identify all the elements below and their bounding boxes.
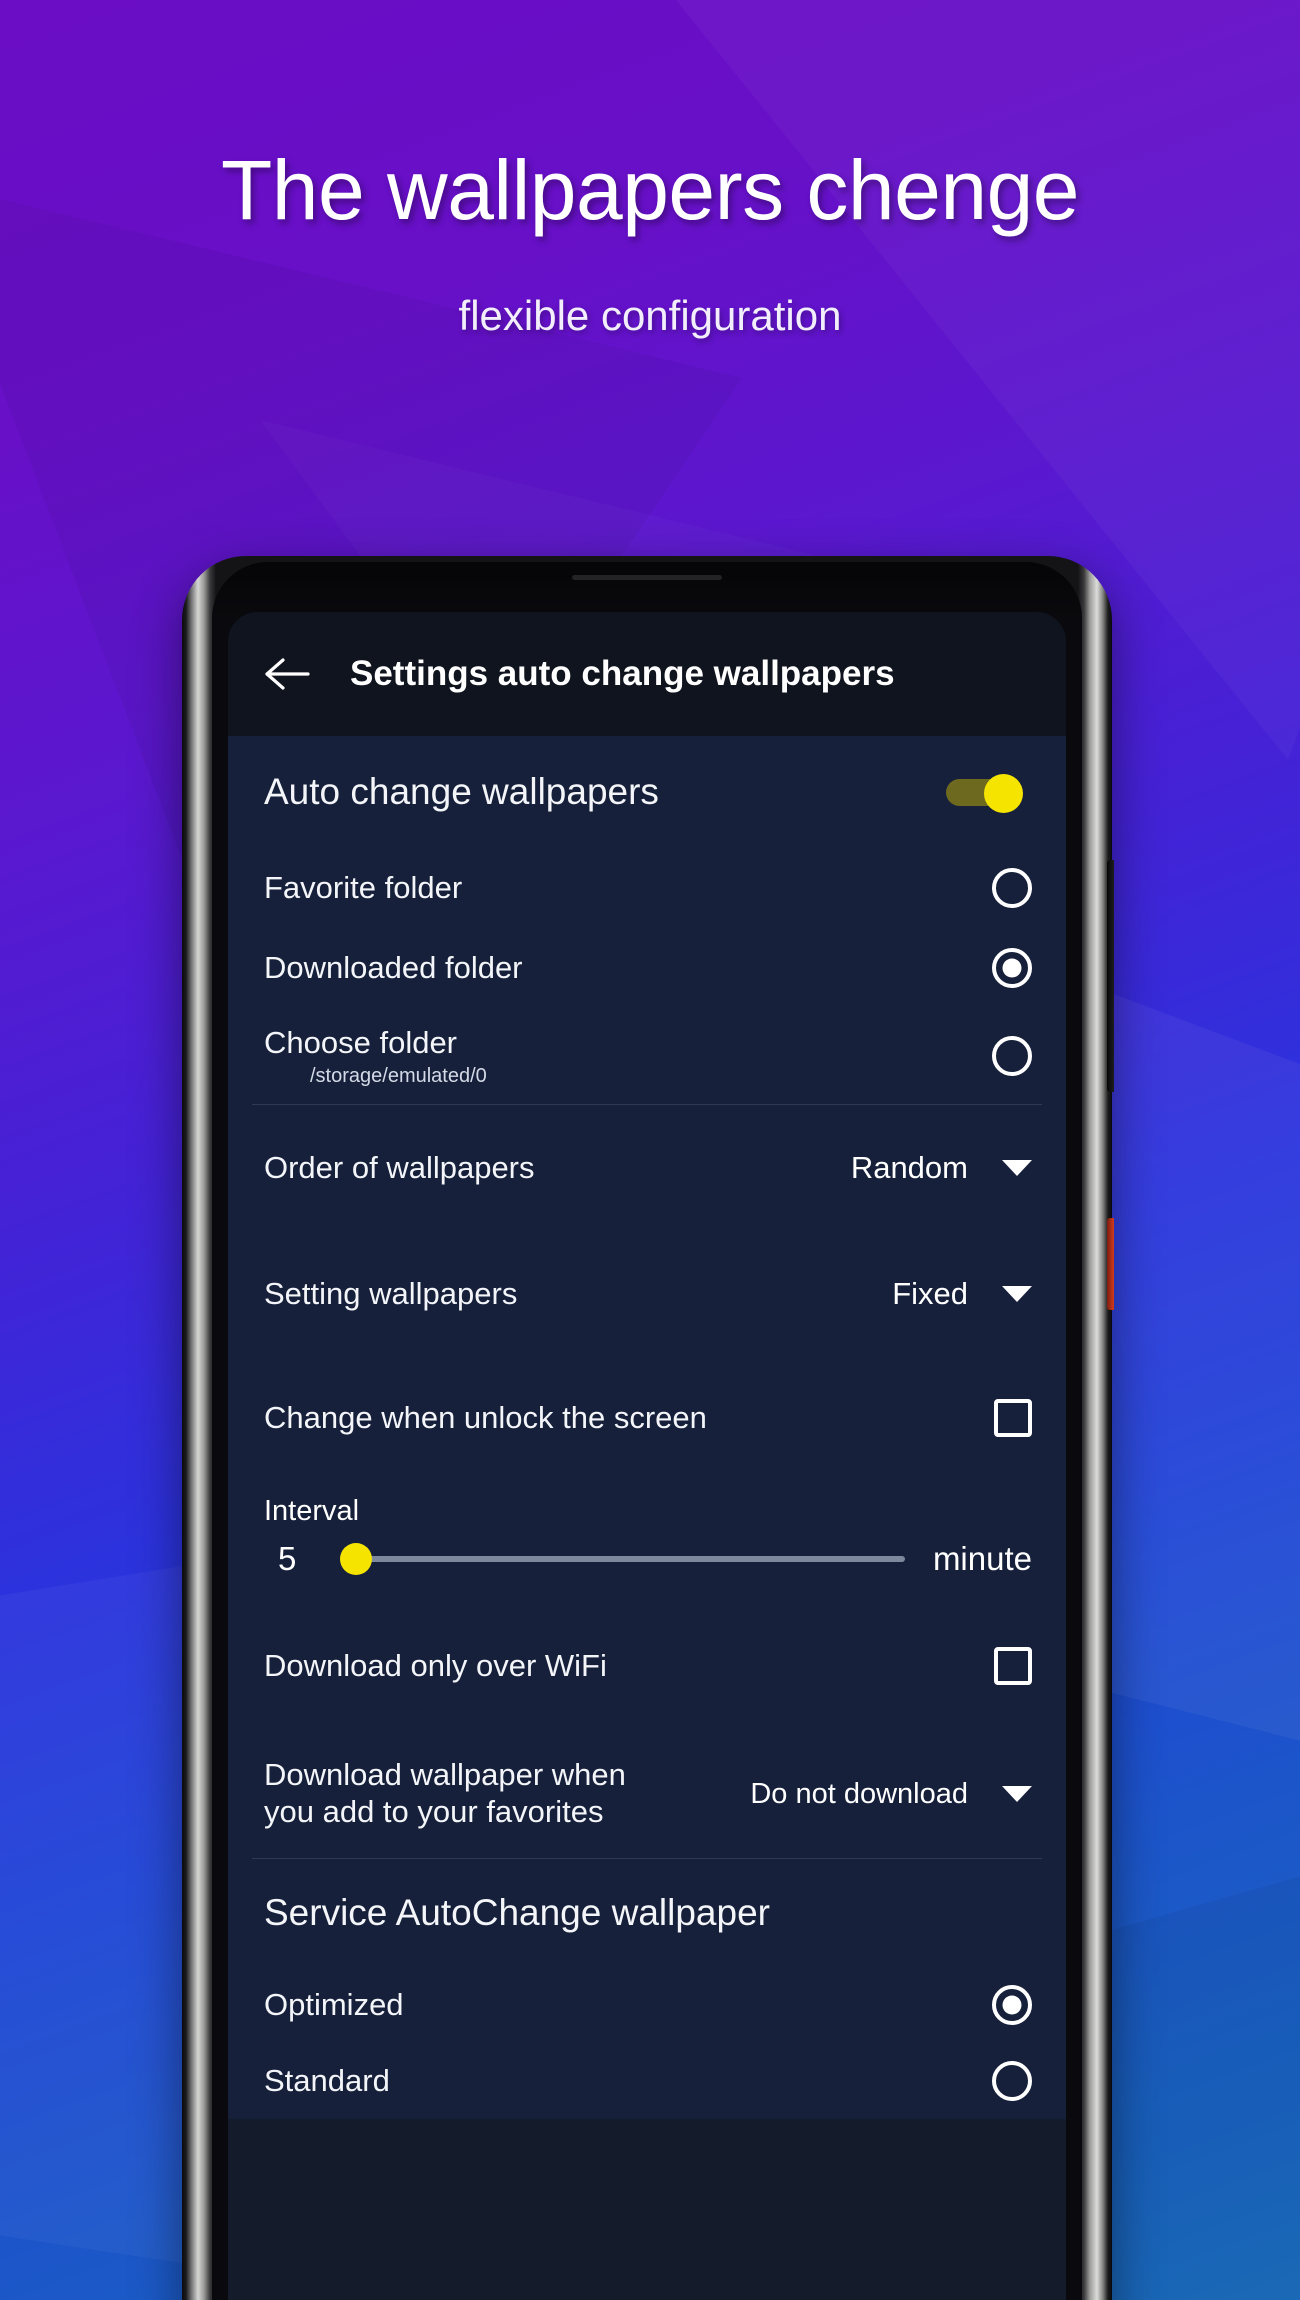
promo-banner: The wallpapers chenge flexible configura… [0,0,1300,2300]
toggle-knob [984,774,1023,813]
row-favorite-folder[interactable]: Favorite folder [228,848,1066,928]
change-when-unlock-label: Change when unlock the screen [264,1400,707,1435]
radio-choose-folder[interactable] [992,1036,1032,1076]
row-order-of-wallpapers[interactable]: Order of wallpapers Random [228,1105,1066,1231]
favorite-folder-label: Favorite folder [264,870,463,905]
setting-wallpapers-label: Setting wallpapers [264,1276,518,1311]
order-of-wallpapers-value[interactable]: Random [851,1150,968,1186]
arrow-left-icon[interactable] [258,645,316,703]
download-on-favorite-label-line1: Download wallpaper when [264,1757,626,1793]
interval-unit: minute [932,1540,1032,1577]
service-standard-label: Standard [264,2063,390,2098]
radio-favorite-folder[interactable] [992,868,1032,908]
promo-headline: The wallpapers chenge [220,143,1080,237]
row-change-when-unlock[interactable]: Change when unlock the screen [228,1357,1066,1479]
phone-screen: Settings auto change wallpapers Auto cha… [228,612,1066,2300]
slider-track [360,1556,905,1562]
row-download-only-wifi[interactable]: Download only over WiFi [228,1602,1066,1730]
choose-folder-label: Choose folder [264,1024,458,1060]
row-service-optimized[interactable]: Optimized [228,1967,1066,2043]
interval-slider-row: 5 minute [264,1538,1032,1580]
row-download-on-favorite[interactable]: Download wallpaper when you add to your … [228,1730,1066,1858]
checkbox-download-only-wifi[interactable] [994,1647,1032,1685]
row-setting-wallpapers[interactable]: Setting wallpapers Fixed [228,1231,1066,1357]
choose-folder-group: Choose folder /storage/emulated/0 [264,1025,487,1088]
slider-thumb[interactable] [340,1543,372,1575]
interval-block: Interval 5 minute [228,1479,1066,1580]
radio-downloaded-folder[interactable] [992,948,1032,988]
page-title: Settings auto change wallpapers [350,654,895,693]
downloaded-folder-label: Downloaded folder [264,950,523,985]
service-section-title: Service AutoChange wallpaper [264,1892,770,1933]
app-bar: Settings auto change wallpapers [228,612,1066,736]
choose-folder-path: /storage/emulated/0 [310,1064,487,1087]
download-only-wifi-label: Download only over WiFi [264,1648,607,1683]
service-section-header: Service AutoChange wallpaper [228,1859,1066,1967]
chevron-down-icon[interactable] [1002,1786,1032,1802]
interval-label: Interval [264,1495,360,1527]
radio-service-optimized[interactable] [992,1985,1032,2025]
auto-change-label: Auto change wallpapers [264,771,659,812]
interval-slider[interactable] [340,1538,915,1580]
interval-value: 5 [278,1540,297,1577]
promo-subheadline: flexible configuration [458,292,842,339]
download-on-favorite-value[interactable]: Do not download [750,1778,968,1811]
power-button[interactable] [1107,1218,1114,1310]
settings-content: Auto change wallpapers Favorite folder D… [228,736,1066,2119]
order-of-wallpapers-label: Order of wallpapers [264,1150,535,1185]
service-optimized-label: Optimized [264,1987,404,2022]
download-on-favorite-label: Download wallpaper when you add to your … [264,1757,626,1830]
auto-change-toggle[interactable] [946,774,1032,813]
earpiece-speaker-icon [572,575,722,580]
download-on-favorite-label-line2: you add to your favorites [264,1794,604,1829]
chevron-down-icon[interactable] [1002,1160,1032,1176]
chevron-down-icon[interactable] [1002,1286,1032,1302]
radio-service-standard[interactable] [992,2061,1032,2101]
row-auto-change-wallpapers[interactable]: Auto change wallpapers [228,736,1066,848]
checkbox-change-when-unlock[interactable] [994,1399,1032,1437]
phone-mockup: Settings auto change wallpapers Auto cha… [182,556,1114,2300]
volume-button[interactable] [1107,860,1114,1092]
row-service-standard[interactable]: Standard [228,2043,1066,2119]
row-choose-folder[interactable]: Choose folder /storage/emulated/0 [228,1008,1066,1104]
setting-wallpapers-value[interactable]: Fixed [892,1276,968,1312]
row-downloaded-folder[interactable]: Downloaded folder [228,928,1066,1008]
